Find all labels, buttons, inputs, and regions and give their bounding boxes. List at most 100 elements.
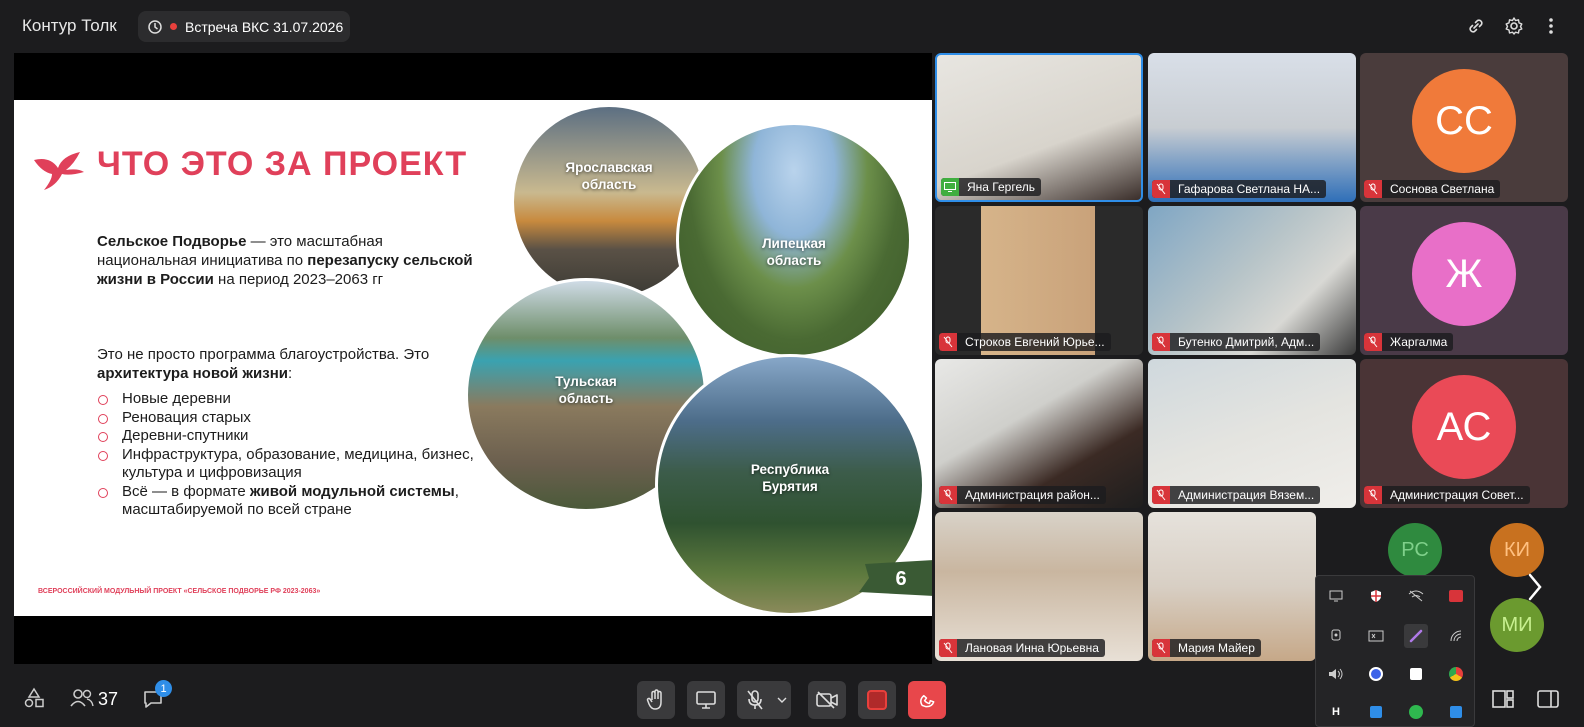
- participant-tile[interactable]: Яна Гергель: [935, 53, 1143, 202]
- slide-footer: ВСЕРОССИЙСКИЙ МОДУЛЬНЫЙ ПРОЕКТ «СЕЛЬСКОЕ…: [38, 588, 321, 595]
- avatar: АС: [1412, 375, 1516, 479]
- gear-icon[interactable]: [1503, 15, 1525, 37]
- region-label: Ярославская область: [565, 160, 653, 192]
- people-icon: [70, 689, 94, 707]
- participant-label: Администрация Совет...: [1364, 486, 1530, 504]
- participant-tile[interactable]: АС Администрация Совет...: [1360, 359, 1568, 508]
- participant-tile[interactable]: Администрация Вязем...: [1148, 359, 1356, 508]
- mic-off-icon: [1152, 333, 1170, 351]
- raise-hand-button[interactable]: [637, 681, 675, 719]
- participants-count: 37: [98, 689, 119, 709]
- screen-share-button[interactable]: [687, 681, 725, 719]
- presentation-stage: ЧТО ЭТО ЗА ПРОЕКТ Сельское Подворье — эт…: [14, 53, 932, 664]
- next-page-arrow[interactable]: [1516, 565, 1554, 609]
- layout-shapes-button[interactable]: [22, 686, 46, 710]
- avatar[interactable]: РС: [1388, 523, 1442, 577]
- webcam-icon[interactable]: [1326, 626, 1346, 646]
- page-number-badge: 6: [859, 560, 932, 596]
- avatar: СС: [1412, 69, 1516, 173]
- slide-title: ЧТО ЭТО ЗА ПРОЕКТ: [97, 145, 468, 183]
- region-label: Липецкая область: [762, 236, 826, 268]
- shapes-icon: [24, 687, 44, 708]
- phone-hangup-icon: [920, 694, 935, 708]
- screen-icon: [696, 691, 716, 709]
- record-button[interactable]: [858, 681, 896, 719]
- display-icon[interactable]: [1326, 586, 1346, 606]
- participant-tile[interactable]: Строков Евгений Юрье...: [935, 206, 1143, 355]
- mic-off-icon: [747, 690, 763, 710]
- meeting-title: Встреча ВКС 31.07.2026: [185, 18, 344, 35]
- leave-call-button[interactable]: [908, 681, 946, 719]
- shield-icon[interactable]: [1366, 586, 1386, 606]
- mic-off-icon: [1152, 639, 1170, 657]
- list-item: Новые деревни: [97, 390, 477, 409]
- link-icon[interactable]: [1465, 15, 1487, 37]
- screen-share-icon: [941, 178, 959, 196]
- participant-tile[interactable]: Администрация район...: [935, 359, 1143, 508]
- mic-off-icon: [1364, 333, 1382, 351]
- mic-off-icon: [1364, 486, 1382, 504]
- list-item: Реновация старых: [97, 409, 477, 428]
- timer-icon: [148, 19, 162, 34]
- wifi-off-icon[interactable]: [1406, 586, 1426, 606]
- participant-tile[interactable]: Бутенко Дмитрий, Адм...: [1148, 206, 1356, 355]
- top-bar: Контур Толк Встреча ВКС 31.07.2026: [0, 0, 1584, 52]
- participant-tile[interactable]: СС Соснова Светлана: [1360, 53, 1568, 202]
- pen-icon[interactable]: [1404, 624, 1428, 648]
- participant-label: Администрация район...: [939, 486, 1106, 504]
- microphone-toggle-button[interactable]: [737, 681, 791, 719]
- sidebar-icon: [1537, 690, 1559, 708]
- slide-lead-text: Сельское Подворье — это масштабная нацио…: [97, 233, 473, 288]
- participant-label: Гафарова Светлана НА...: [1152, 180, 1327, 198]
- participant-tile[interactable]: Лановая Инна Юрьевна: [935, 512, 1143, 661]
- mic-off-icon: [1152, 486, 1170, 504]
- signal-icon[interactable]: [1446, 626, 1466, 646]
- stop-record-icon: [867, 690, 887, 710]
- page-number: 6: [895, 568, 906, 590]
- participant-label: Соснова Светлана: [1364, 180, 1501, 198]
- list-item: Инфраструктура, образование, медицина, б…: [97, 446, 477, 483]
- mic-off-icon: [1152, 180, 1170, 198]
- hand-icon: [646, 689, 662, 710]
- participant-tile[interactable]: Ж Жаргалма: [1360, 206, 1568, 355]
- region-photo-lipetsk: Липецкая область: [676, 122, 912, 358]
- camera-toggle-button[interactable]: [808, 681, 846, 719]
- mic-off-icon: [1364, 180, 1382, 198]
- region-label: Тульская область: [555, 374, 617, 406]
- meeting-title-pill[interactable]: Встреча ВКС 31.07.2026: [138, 11, 350, 42]
- keyboard-icon[interactable]: [1366, 626, 1386, 646]
- participant-label: Бутенко Дмитрий, Адм...: [1152, 333, 1321, 351]
- recording-indicator: [170, 23, 177, 30]
- list-item: Деревни-спутники: [97, 427, 477, 446]
- participant-tile[interactable]: Мария Майер: [1148, 512, 1316, 661]
- bottom-toolbar: 37 1: [0, 676, 1584, 727]
- list-item: Всё — в формате живой модульной системы,…: [97, 483, 477, 520]
- region-label: Республика Бурятия: [750, 462, 830, 494]
- presentation-slide: ЧТО ЭТО ЗА ПРОЕКТ Сельское Подворье — эт…: [14, 100, 932, 616]
- more-vertical-icon[interactable]: [1540, 15, 1562, 37]
- slide-paragraph: Это не просто программа благоустройства.…: [97, 346, 430, 382]
- app-title: Контур Толк: [22, 16, 117, 35]
- participant-tile[interactable]: Гафарова Светлана НА...: [1148, 53, 1356, 202]
- layout-toggle-button[interactable]: [1490, 686, 1516, 712]
- avatar: Ж: [1412, 222, 1516, 326]
- participant-label: Лановая Инна Юрьевна: [939, 639, 1105, 657]
- chevron-down-icon[interactable]: [777, 697, 787, 703]
- chevron-right-icon: [1528, 573, 1542, 601]
- participants-button[interactable]: [68, 686, 96, 710]
- slide-bullet-list: Новые деревни Реновация старых Деревни-с…: [97, 390, 477, 520]
- sidebar-toggle-button[interactable]: [1535, 686, 1561, 712]
- mic-off-icon: [939, 333, 957, 351]
- chat-unread-badge: 1: [155, 680, 172, 697]
- grid-layout-icon: [1492, 690, 1514, 708]
- bird-logo-icon: [34, 152, 84, 190]
- region-photo-yaroslavl: Ярославская область: [511, 104, 707, 300]
- participant-label: Администрация Вязем...: [1152, 486, 1321, 504]
- camera-off-icon: [816, 691, 838, 709]
- record-icon[interactable]: [1446, 586, 1466, 606]
- mic-off-icon: [939, 486, 957, 504]
- participant-label: Строков Евгений Юрье...: [939, 333, 1111, 351]
- mic-off-icon: [939, 639, 957, 657]
- participant-label: Жаргалма: [1364, 333, 1454, 351]
- participant-label: Яна Гергель: [941, 178, 1041, 196]
